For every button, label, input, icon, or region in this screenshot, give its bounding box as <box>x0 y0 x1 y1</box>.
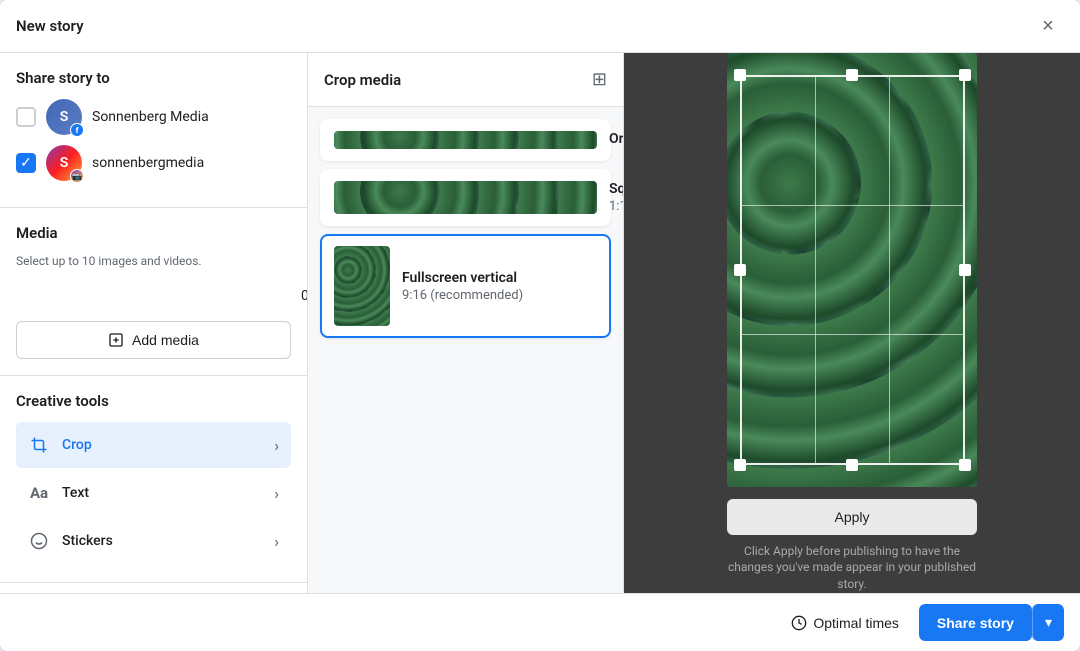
handle-top-right[interactable] <box>959 69 971 81</box>
left-panel: Share story to S f Sonnenberg Media ✓ S … <box>0 53 308 593</box>
tool-item-stickers[interactable]: Stickers › <box>16 518 291 564</box>
account-row-fb[interactable]: S f Sonnenberg Media <box>16 99 291 135</box>
crop-media-title: Crop media <box>324 71 401 89</box>
apply-note: Click Apply before publishing to have th… <box>727 543 977 593</box>
creative-tools-section: Creative tools Crop › <box>0 375 307 582</box>
checkbox-ig[interactable]: ✓ <box>16 153 36 173</box>
modal-footer: Optimal times Share story ▾ <box>0 593 1080 651</box>
crop-ratio-fullscreen: 9:16 (recommended) <box>402 288 597 303</box>
account-name-fb: Sonnenberg Media <box>92 109 209 125</box>
optimal-times-label: Optimal times <box>813 615 899 631</box>
share-section: Share story to S f Sonnenberg Media ✓ S … <box>0 53 307 208</box>
modal-title: New story <box>16 17 84 35</box>
additional-features-section: Additional features <box>0 582 307 593</box>
share-story-dropdown-button[interactable]: ▾ <box>1032 604 1064 641</box>
grid-line-v2 <box>889 77 890 463</box>
share-story-group: Share story ▾ <box>919 604 1064 641</box>
handle-top-mid[interactable] <box>846 69 858 81</box>
clock-icon <box>791 615 807 631</box>
modal-body: Share story to S f Sonnenberg Media ✓ S … <box>0 53 1080 593</box>
add-media-button[interactable]: Add media <box>16 321 291 359</box>
crop-name-square: Square <box>609 181 624 197</box>
media-item: 0.67:1 <box>16 280 291 311</box>
preview-container <box>727 53 977 487</box>
modal-header: New story × <box>0 0 1080 53</box>
handle-top-left[interactable] <box>734 69 746 81</box>
media-section: Media Select up to 10 images and videos.… <box>0 208 307 375</box>
crop-icon <box>28 434 50 456</box>
crop-overlay <box>727 53 977 487</box>
creative-tools-title: Creative tools <box>16 392 291 410</box>
avatar-fb: S f <box>46 99 82 135</box>
close-button[interactable]: × <box>1032 10 1064 42</box>
checkbox-fb[interactable] <box>16 107 36 127</box>
ig-badge: 📷 <box>70 169 84 183</box>
media-subtitle: Select up to 10 images and videos. <box>16 254 291 268</box>
account-name-ig: sonnenbergmedia <box>92 155 204 171</box>
add-media-label: Add media <box>132 332 199 348</box>
text-label: Text <box>62 485 262 501</box>
crop-thumb-square <box>334 181 597 214</box>
crop-grid <box>740 75 965 465</box>
crop-name-original: Original <box>609 131 624 147</box>
crop-options-list: Original Square 1:1 Fullscreen vertical <box>308 107 623 350</box>
stickers-icon <box>28 530 50 552</box>
crop-header: Crop media ⊞ <box>308 53 623 107</box>
handle-bottom-right[interactable] <box>959 459 971 471</box>
crop-thumb-fullscreen <box>334 246 390 326</box>
crop-chevron: › <box>274 436 279 455</box>
handle-right-mid[interactable] <box>959 264 971 276</box>
text-icon: Aa <box>28 482 50 504</box>
crop-thumb-original <box>334 131 597 149</box>
tool-item-text[interactable]: Aa Text › <box>16 470 291 516</box>
fb-badge: f <box>70 123 84 137</box>
crop-name-fullscreen: Fullscreen vertical <box>402 270 597 286</box>
stickers-label: Stickers <box>62 533 262 549</box>
grid-line-h1 <box>742 205 963 206</box>
handle-bottom-left[interactable] <box>734 459 746 471</box>
grid-line-v1 <box>815 77 816 463</box>
crop-info-square: Square 1:1 <box>609 181 624 214</box>
grid-line-h2 <box>742 334 963 335</box>
crop-label: Crop <box>62 437 262 453</box>
crop-option-fullscreen[interactable]: Fullscreen vertical 9:16 (recommended) <box>320 234 611 338</box>
split-view-icon[interactable]: ⊞ <box>592 69 607 90</box>
tool-item-crop[interactable]: Crop › <box>16 422 291 468</box>
handle-bottom-mid[interactable] <box>846 459 858 471</box>
stickers-chevron: › <box>274 532 279 551</box>
share-story-button[interactable]: Share story <box>919 604 1032 641</box>
media-item-label: 0.67:1 <box>301 288 308 304</box>
right-panel: Apply Click Apply before publishing to h… <box>624 53 1080 593</box>
text-chevron: › <box>274 484 279 503</box>
crop-info-original: Original <box>609 131 624 149</box>
avatar-ig: S 📷 <box>46 145 82 181</box>
media-title: Media <box>16 224 291 242</box>
apply-button[interactable]: Apply <box>727 499 977 535</box>
optimal-times-button[interactable]: Optimal times <box>779 607 911 639</box>
account-row-ig[interactable]: ✓ S 📷 sonnenbergmedia <box>16 145 291 181</box>
preview-background <box>727 53 977 487</box>
new-story-modal: New story × Share story to S f Sonnenber… <box>0 0 1080 651</box>
crop-option-original[interactable]: Original <box>320 119 611 161</box>
handle-left-mid[interactable] <box>734 264 746 276</box>
middle-panel: Crop media ⊞ Original Square 1:1 <box>308 53 624 593</box>
share-section-title: Share story to <box>16 69 291 87</box>
crop-info-fullscreen: Fullscreen vertical 9:16 (recommended) <box>402 270 597 303</box>
crop-option-square[interactable]: Square 1:1 <box>320 169 611 226</box>
crop-ratio-square: 1:1 <box>609 199 624 214</box>
